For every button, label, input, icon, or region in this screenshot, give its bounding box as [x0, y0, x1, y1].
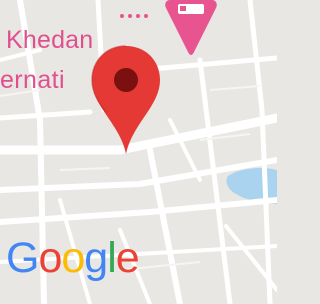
hotel-poi-icon[interactable]: [164, 0, 218, 56]
google-logo: Google: [6, 234, 140, 283]
logo-letter: G: [6, 234, 39, 282]
map-view[interactable]: Khedan ernati Google: [0, 0, 277, 304]
logo-letter: o: [61, 234, 85, 282]
logo-letter: e: [115, 234, 140, 282]
place-label-line2: ernati: [0, 66, 65, 94]
logo-letter: l: [107, 234, 117, 282]
logo-letter: o: [38, 234, 62, 282]
map-pin-icon[interactable]: [90, 44, 162, 156]
place-label-line1: Khedan: [6, 26, 94, 54]
logo-letter: g: [84, 234, 108, 282]
